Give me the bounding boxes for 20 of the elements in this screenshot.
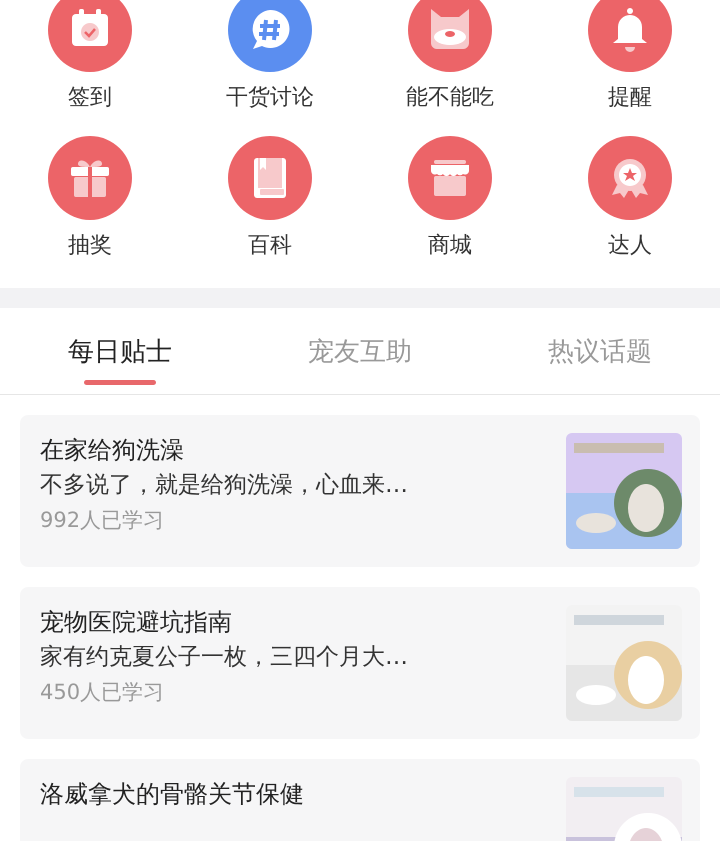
article-summary: 不多说了，就是给狗洗澡，心血来… — [40, 471, 409, 500]
shortcut-label: 干货讨论 — [226, 84, 314, 112]
article-card[interactable]: 宠物医院避坑指南 家有约克夏公子一枚，三四个月大… 450人已学习 — [20, 587, 700, 739]
shortcut-label: 达人 — [608, 232, 652, 260]
shortcut-label: 百科 — [248, 232, 292, 260]
article-card[interactable]: 在家给狗洗澡 不多说了，就是给狗洗澡，心血来… 992人已学习 — [20, 415, 700, 567]
tab[interactable]: 每日贴士 — [0, 308, 240, 394]
shortcut-label: 能不能吃 — [406, 84, 494, 112]
article-card[interactable]: 洛威拿犬的骨骼关节保健 — [20, 759, 700, 841]
article-title: 在家给狗洗澡 — [40, 435, 185, 466]
shortcut-label: 提醒 — [608, 84, 652, 112]
tab-underline — [84, 380, 156, 385]
shortcut-label: 抽奖 — [68, 232, 112, 260]
learner-count: 992人已学习 — [40, 507, 166, 534]
article-summary: 家有约克夏公子一枚，三四个月大… — [40, 643, 409, 672]
article-title: 洛威拿犬的骨骼关节保健 — [40, 779, 305, 810]
article-title: 宠物医院避坑指南 — [40, 607, 233, 638]
learner-count: 450人已学习 — [40, 679, 166, 706]
shortcut-label: 商城 — [428, 232, 472, 260]
shortcut-label: 签到 — [68, 84, 112, 112]
